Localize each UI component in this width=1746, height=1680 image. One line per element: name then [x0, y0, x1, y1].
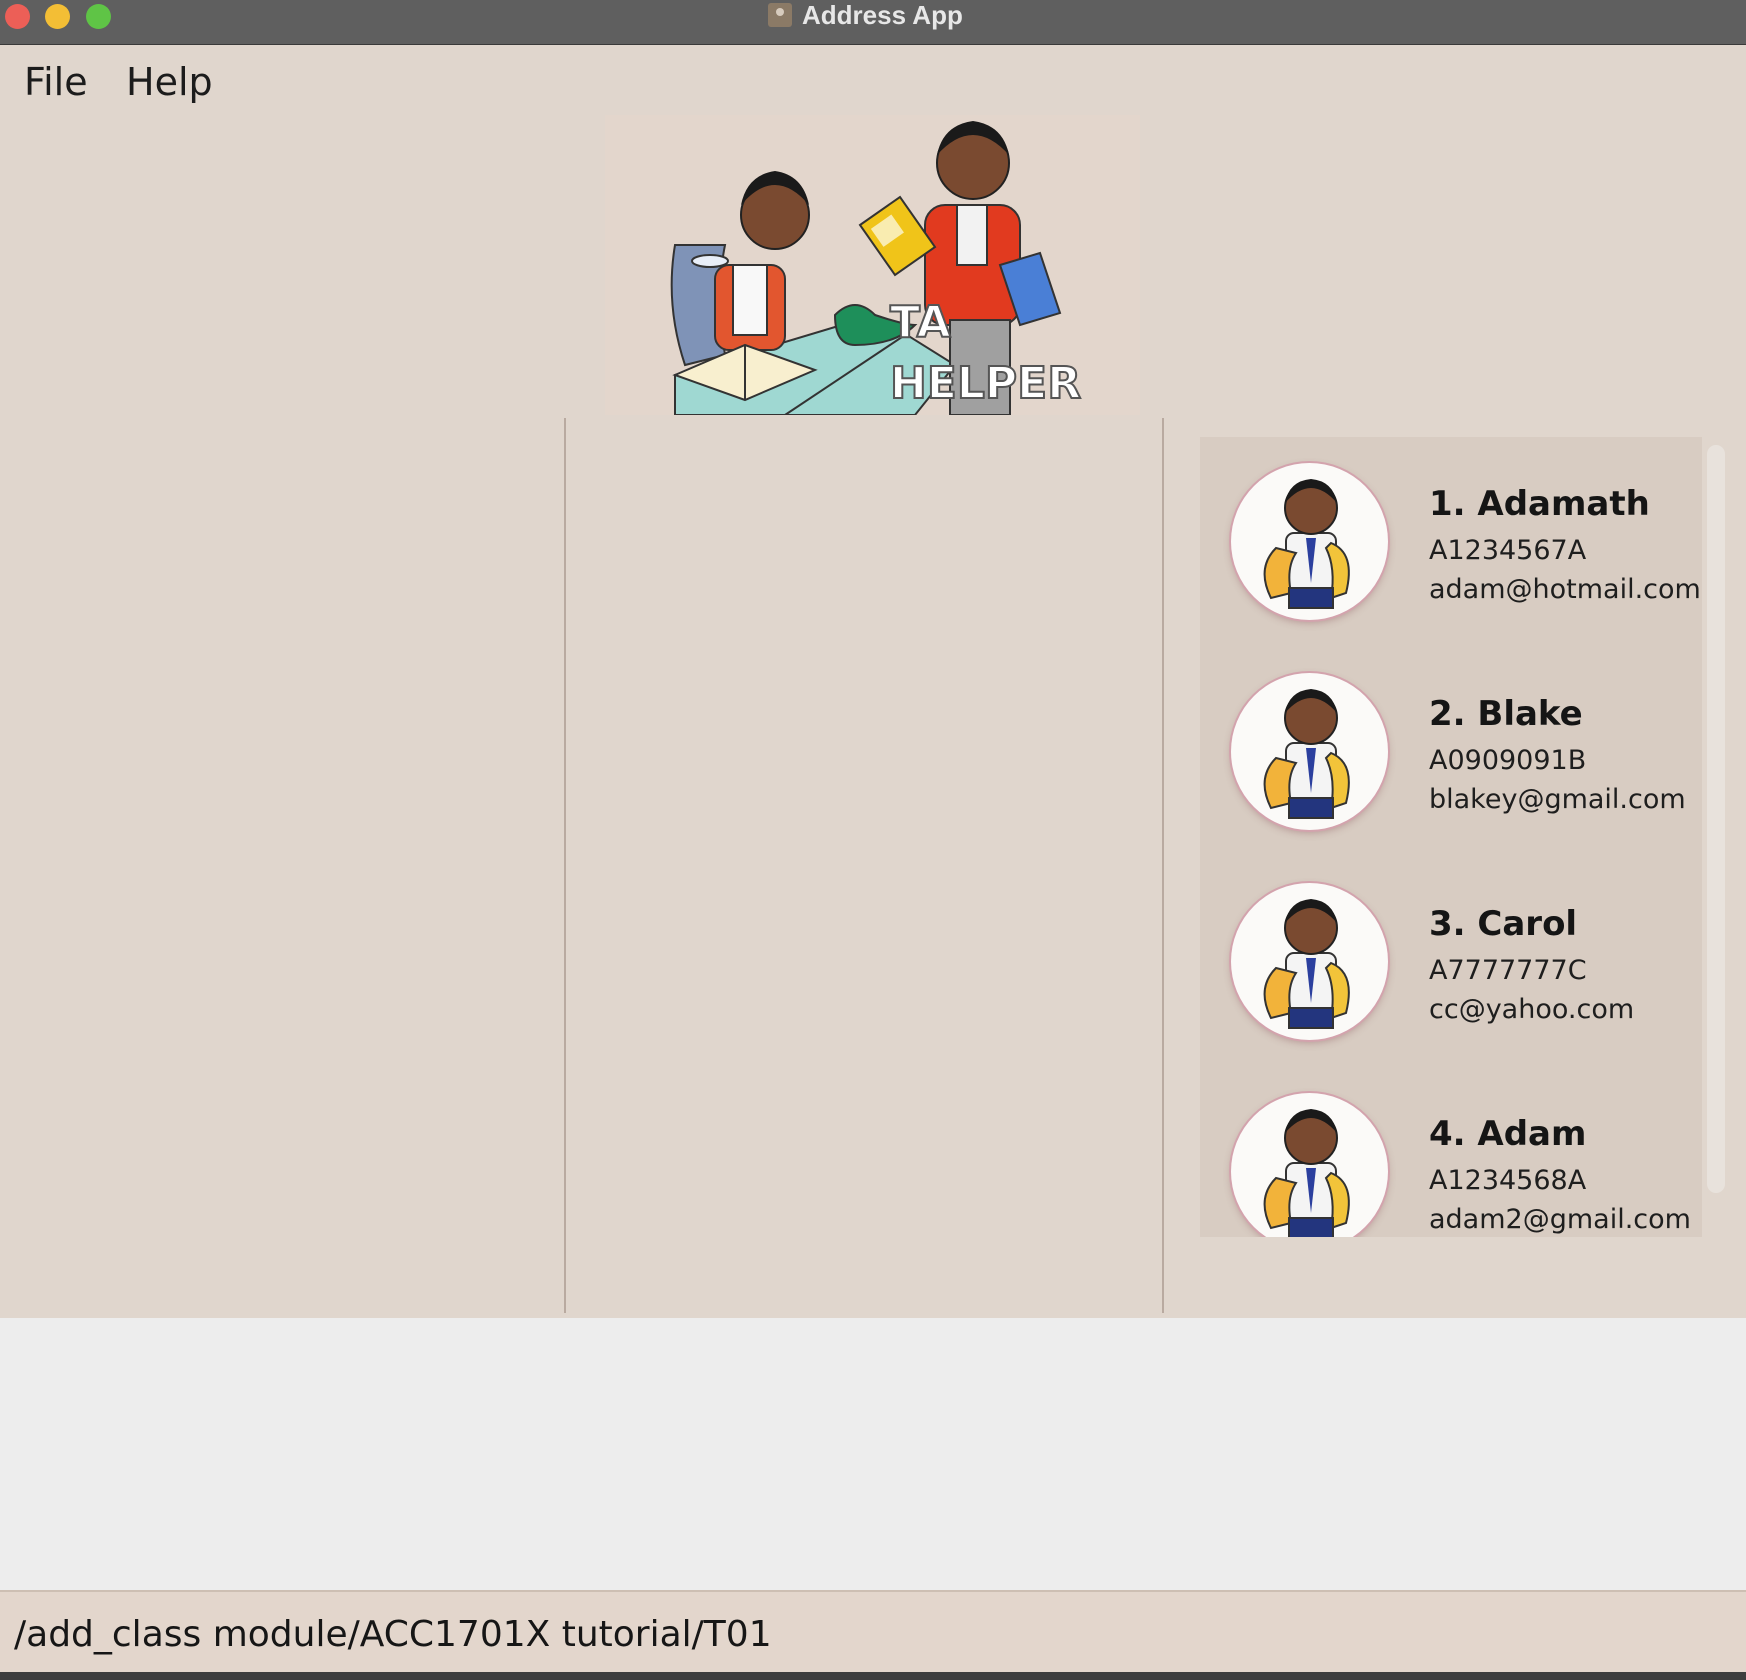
student-id: A7777777C: [1429, 955, 1587, 986]
student-email: adam@hotmail.com: [1429, 574, 1701, 605]
student-card[interactable]: 4. Adam A1234568A adam2@gmail.com: [1200, 1067, 1702, 1237]
window-bottom-edge: [0, 1672, 1746, 1680]
maximize-window-button[interactable]: [86, 4, 111, 29]
student-id: A0909091B: [1429, 745, 1587, 776]
student-list[interactable]: 1. Adamath A1234567A adam@hotmail.com 2.…: [1200, 437, 1702, 1237]
close-window-button[interactable]: [5, 4, 30, 29]
student-name: 3. Carol: [1429, 904, 1578, 944]
window-title: Address App: [802, 0, 963, 30]
ta-helper-logo: TA HELPER: [605, 115, 1140, 415]
logo-text-ta: TA: [890, 297, 951, 348]
student-card[interactable]: 2. Blake A0909091B blakey@gmail.com: [1200, 647, 1702, 857]
command-box[interactable]: /add_class module/ACC1701X tutorial/T01: [0, 1590, 1746, 1672]
student-avatar: [1231, 1093, 1388, 1237]
student-avatar: [1231, 883, 1388, 1040]
student-name: 4. Adam: [1429, 1114, 1587, 1154]
title-bar: Address App: [0, 0, 1746, 45]
logo-text-helper: HELPER: [890, 358, 1081, 409]
student-name: 1. Adamath: [1429, 484, 1650, 524]
panel-divider-right[interactable]: [1162, 418, 1164, 1313]
student-email: blakey@gmail.com: [1429, 784, 1686, 815]
student-name: 2. Blake: [1429, 694, 1583, 734]
student-avatar: [1231, 673, 1388, 830]
result-display[interactable]: [0, 1318, 1746, 1590]
student-email: cc@yahoo.com: [1429, 994, 1635, 1025]
student-card[interactable]: 1. Adamath A1234567A adam@hotmail.com: [1200, 437, 1702, 647]
menu-help[interactable]: Help: [126, 60, 213, 104]
minimize-window-button[interactable]: [45, 4, 70, 29]
menu-file[interactable]: File: [24, 60, 88, 104]
command-input[interactable]: /add_class module/ACC1701X tutorial/T01: [14, 1614, 772, 1655]
student-avatar: [1231, 463, 1388, 620]
panel-divider-left[interactable]: [564, 418, 566, 1313]
student-id: A1234567A: [1429, 535, 1587, 566]
window-title-group: Address App: [768, 0, 963, 30]
menu-bar: File Help: [0, 46, 1746, 116]
student-id: A1234568A: [1429, 1165, 1587, 1196]
student-card[interactable]: 3. Carol A7777777C cc@yahoo.com: [1200, 857, 1702, 1067]
student-email: adam2@gmail.com: [1429, 1204, 1691, 1235]
address-book-icon: [768, 3, 792, 27]
student-list-scrollbar[interactable]: [1707, 445, 1725, 1193]
